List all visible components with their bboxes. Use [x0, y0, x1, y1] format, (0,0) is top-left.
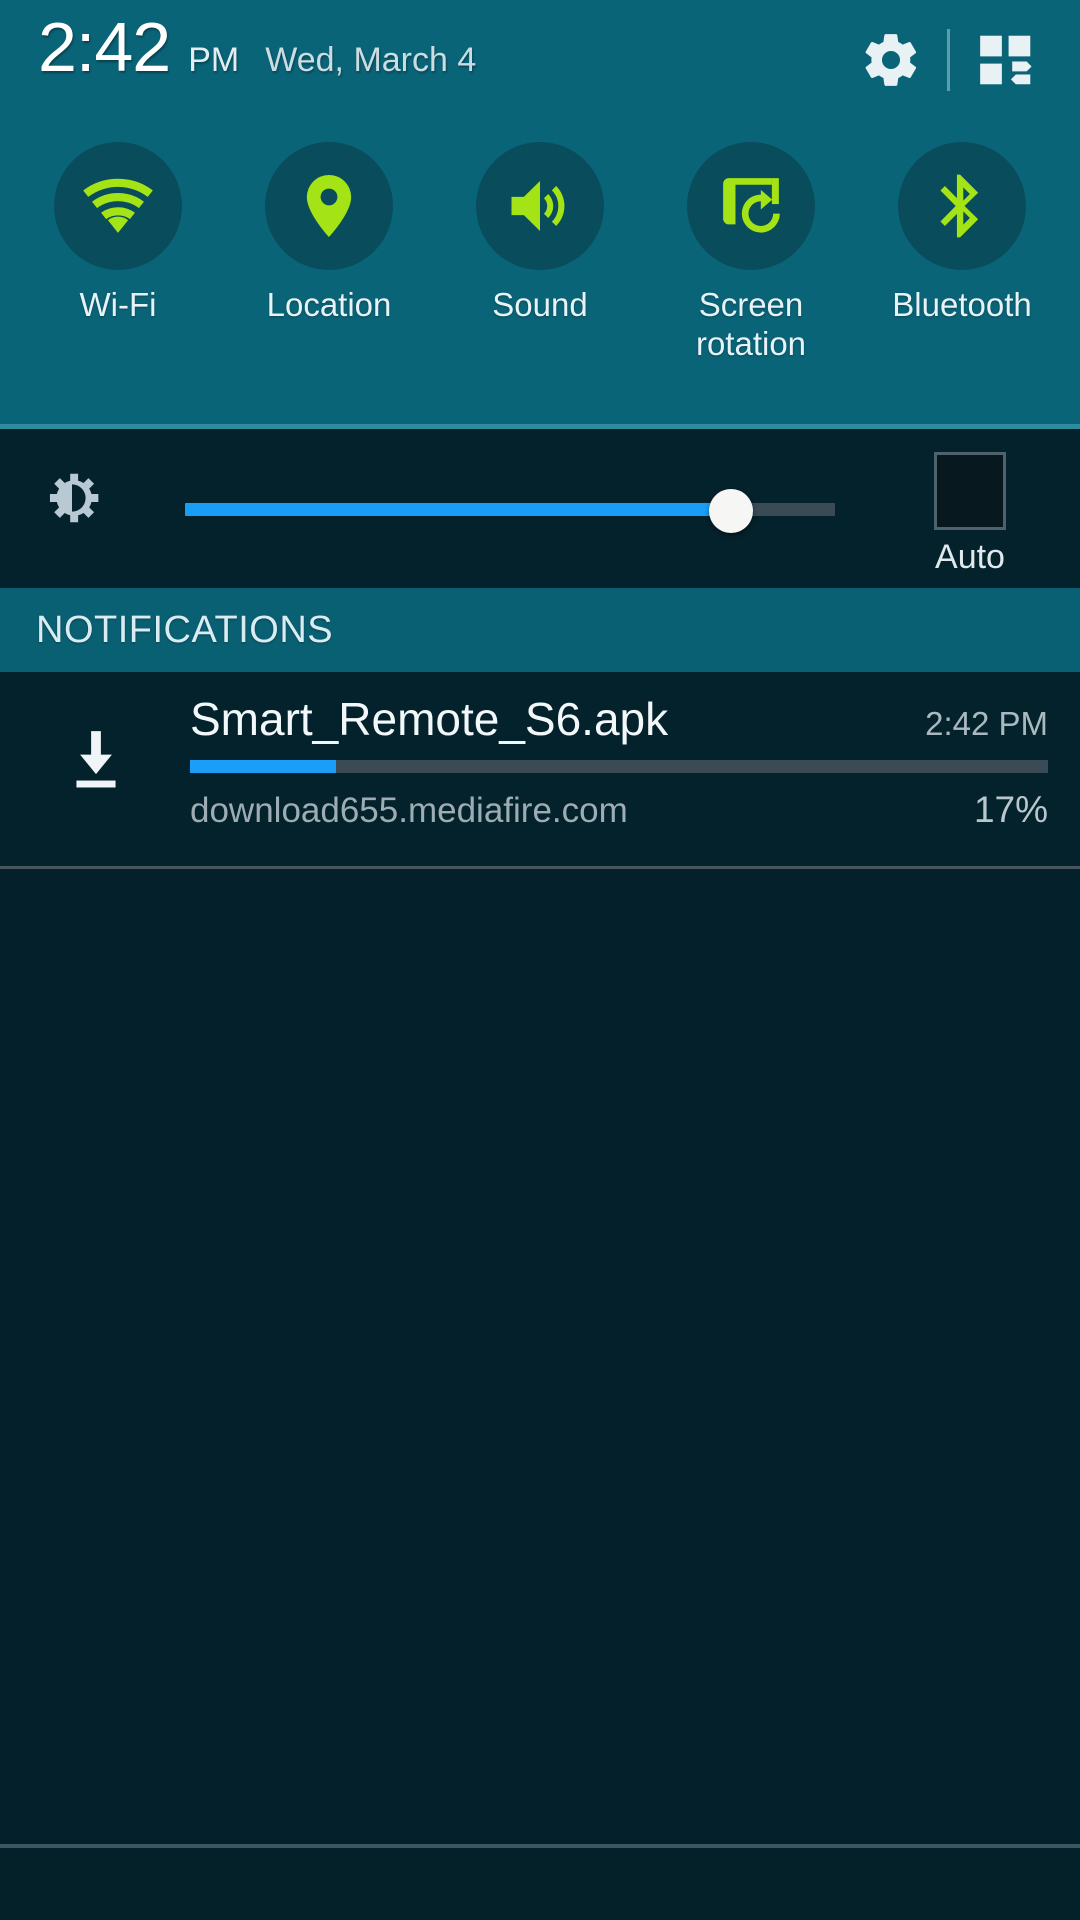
notification-progress-label: 17% [973, 789, 1048, 830]
brightness-icon-wrap [36, 462, 108, 534]
quick-toggle-sound-circle [476, 142, 604, 270]
quick-toggle-sound[interactable]: Sound [440, 128, 640, 325]
header-separator [947, 29, 950, 91]
brightness-slider[interactable] [185, 489, 835, 533]
shade-empty-area [0, 869, 1080, 1844]
notifications-section-header: NOTIFICATIONS [0, 588, 1080, 672]
bluetooth-icon [940, 174, 979, 238]
screen-rotation-icon [723, 178, 780, 233]
download-icon [76, 731, 116, 788]
clock-ampm: PM [188, 41, 240, 79]
quick-toggle-location-circle [265, 142, 393, 270]
quick-toggle-bluetooth-circle [898, 142, 1026, 270]
notification-time: 2:42 PM [925, 705, 1048, 742]
wifi-icon [83, 178, 153, 233]
quick-toggle-row: Wi-Fi Location Sound Screen rotation Blu… [0, 128, 1080, 418]
notification-progress-bar [190, 760, 1048, 773]
quick-toggle-screen-rotation[interactable]: Screen rotation [651, 128, 851, 364]
brightness-slider-thumb[interactable] [709, 489, 753, 533]
settings-button[interactable] [843, 12, 939, 108]
brightness-slider-fill [185, 503, 731, 516]
quick-toggle-bluetooth[interactable]: Bluetooth [862, 128, 1062, 325]
quick-settings-expand-button[interactable] [958, 12, 1054, 108]
notification-icon-wrap [58, 718, 134, 804]
header-actions [843, 10, 1054, 110]
status-header: 2:42 PM Wed, March 4 [0, 0, 1080, 128]
location-pin-icon [306, 174, 352, 238]
notification-subtitle-row: download655.mediafire.com 17% [190, 789, 1064, 831]
notification-shade-screen: 2:42 PM Wed, March 4 Wi-Fi Location Soun… [0, 0, 1080, 1920]
quick-toggle-screen-rotation-circle [687, 142, 815, 270]
clock-date: Wed, March 4 [265, 41, 477, 79]
quick-toggle-location[interactable]: Location [229, 128, 429, 325]
notification-subtitle: download655.mediafire.com [190, 791, 628, 830]
brightness-gear-icon [49, 473, 99, 523]
quick-toggle-wifi-circle [54, 142, 182, 270]
quick-toggle-bluetooth-label: Bluetooth [892, 286, 1032, 323]
quick-toggle-wifi-label: Wi-Fi [79, 286, 157, 323]
clock-time: 2:42 [38, 8, 171, 86]
brightness-auto-checkbox[interactable] [934, 452, 1006, 530]
notification-title: Smart_Remote_S6.apk [190, 693, 669, 745]
notification-body: Smart_Remote_S6.apk 2:42 PM download655.… [190, 692, 1064, 831]
quick-toggle-sound-label: Sound [492, 286, 588, 323]
brightness-auto-toggle[interactable]: Auto [896, 452, 1044, 577]
shade-bottom-handle[interactable] [0, 1848, 1080, 1920]
quick-toggle-wifi[interactable]: Wi-Fi [18, 128, 218, 325]
quick-settings-grid-icon [980, 35, 1032, 85]
notification-title-row: Smart_Remote_S6.apk 2:42 PM [190, 692, 1064, 746]
notifications-section-title: NOTIFICATIONS [36, 608, 334, 651]
quick-toggle-screen-rotation-label: Screen rotation [695, 286, 807, 362]
sound-speaker-icon [511, 180, 565, 232]
brightness-auto-label: Auto [935, 538, 1005, 576]
notification-progress-fill [190, 760, 336, 773]
clock-block[interactable]: 2:42 PM Wed, March 4 [38, 12, 476, 82]
gear-icon [865, 34, 917, 86]
quick-toggle-location-label: Location [266, 286, 392, 323]
